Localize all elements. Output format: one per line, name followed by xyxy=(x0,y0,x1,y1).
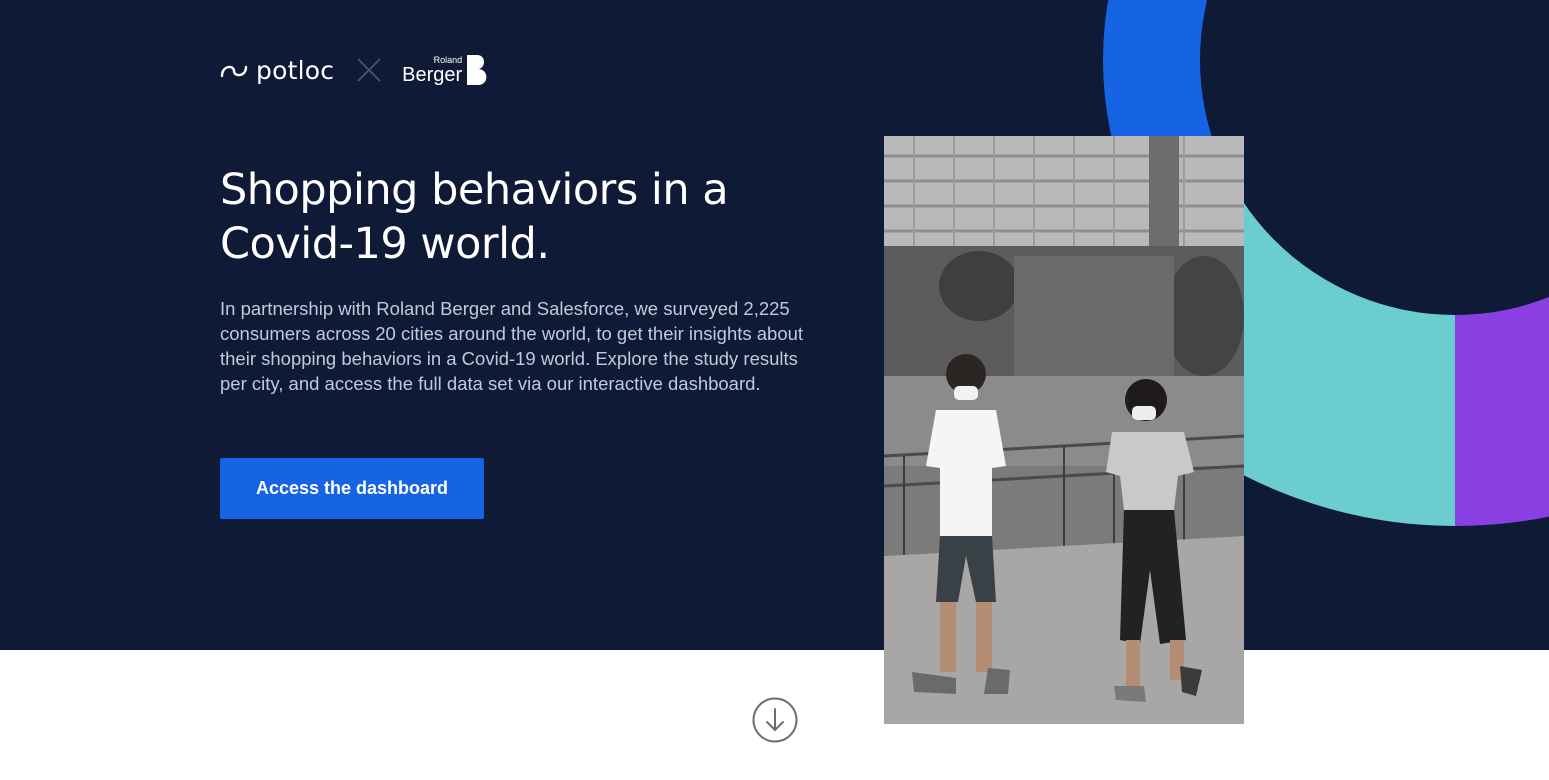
roland-berger-b-icon xyxy=(467,55,487,85)
hero-photo xyxy=(884,136,1244,724)
potloc-logo[interactable]: potloc xyxy=(220,56,334,85)
close-x-icon xyxy=(357,58,381,82)
access-dashboard-button[interactable]: Access the dashboard xyxy=(220,458,484,519)
potloc-wave-icon xyxy=(220,65,248,78)
hero-photo-illustration xyxy=(884,136,1244,724)
arrow-down-circle-icon[interactable] xyxy=(752,697,798,743)
roland-berger-wordmark: Roland Berger xyxy=(402,56,463,86)
roland-berger-logo[interactable]: Roland Berger xyxy=(402,55,490,85)
potloc-wordmark: potloc xyxy=(256,55,335,85)
berger-label: Berger xyxy=(402,64,463,86)
hero-section: potloc Roland Berger Shopping behaviors … xyxy=(0,0,1549,650)
partner-logos: potloc Roland Berger xyxy=(220,52,490,88)
page-title: Shopping behaviors in a Covid-19 world. xyxy=(220,165,729,269)
intro-paragraph: In partnership with Roland Berger and Sa… xyxy=(220,298,804,394)
